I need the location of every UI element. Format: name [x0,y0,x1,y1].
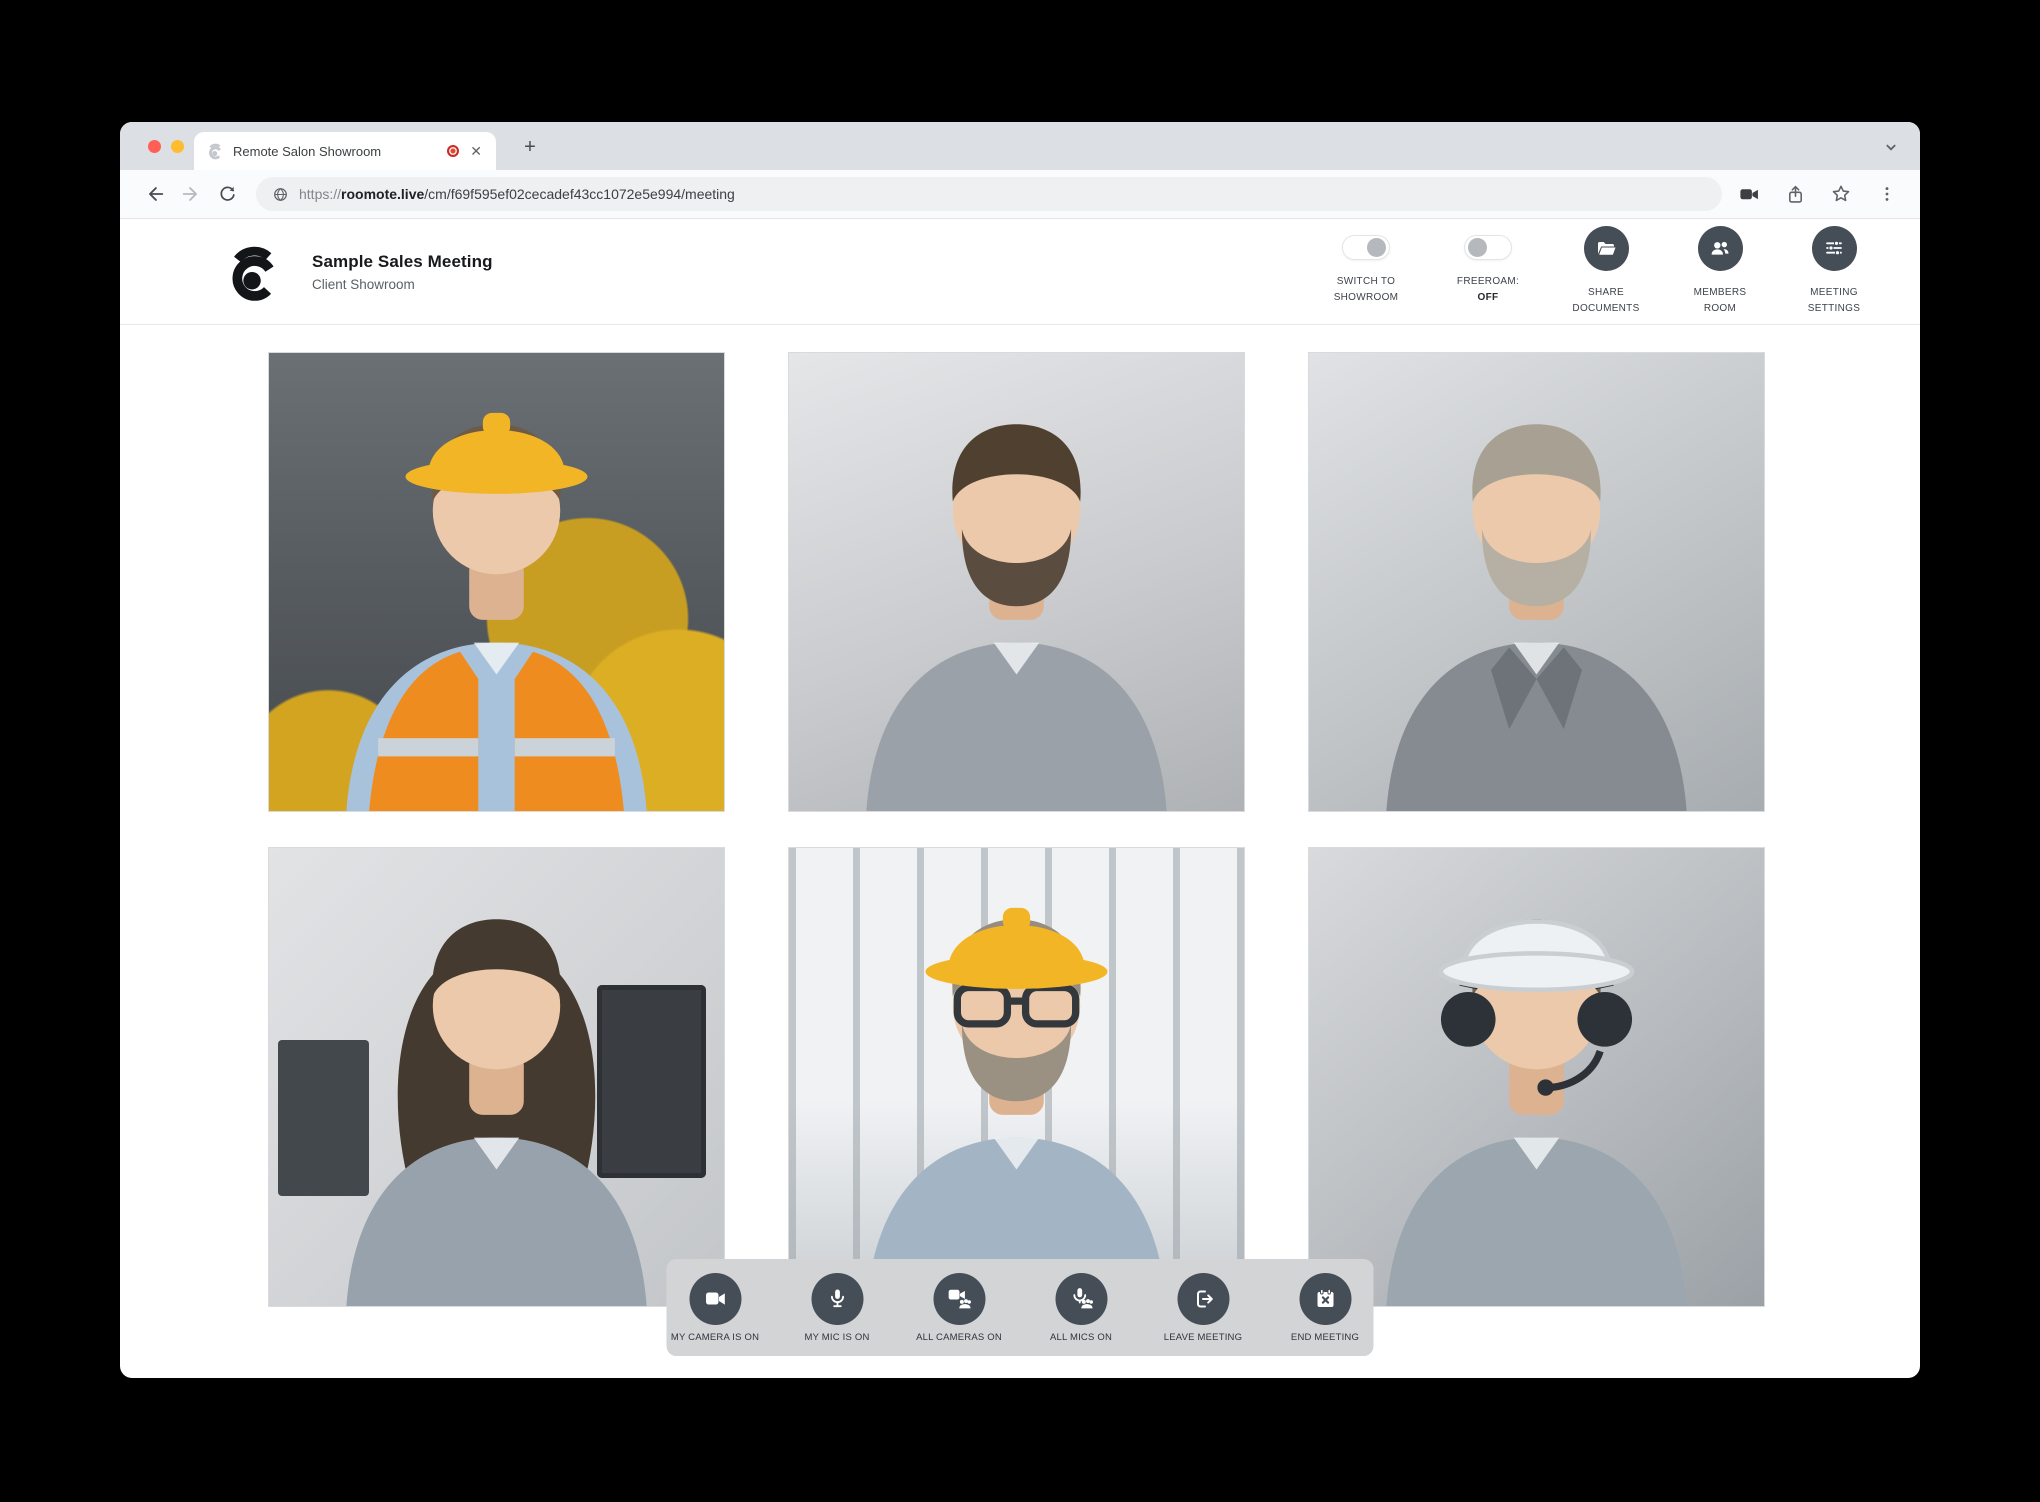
roomote-logo-icon [222,241,284,303]
all-mics-button[interactable] [1055,1273,1107,1325]
calendar-x-icon [1313,1287,1337,1311]
switch-to-showroom-label: SWITCH TOSHOWROOM [1334,274,1399,307]
members-room-label: MEMBERSROOM [1694,285,1747,318]
control-label: LEAVE MEETING [1164,1332,1242,1343]
site-favicon-icon [206,142,224,160]
person-avatar-icon [269,848,724,1306]
address-bar[interactable]: https://roomote.live/cm/f69f595ef02cecad… [256,177,1722,211]
tab-close-button[interactable]: ✕ [468,142,484,160]
browser-menu-button[interactable] [1874,181,1900,207]
leave-meeting-button[interactable] [1177,1273,1229,1325]
leave-icon [1191,1287,1215,1311]
camera-in-use-icon [1738,183,1761,206]
members-icon [1708,236,1732,260]
recording-indicator-icon [447,145,459,157]
share-documents-button[interactable] [1584,226,1629,271]
freeroam-toggle[interactable] [1464,235,1512,260]
meeting-settings-button[interactable] [1812,226,1857,271]
toolbar-icons [1736,181,1904,207]
person-avatar-icon [269,353,724,811]
participant-video-tile [1308,352,1765,812]
meeting-titles: Sample Sales Meeting Client Showroom [312,252,493,292]
tab-strip: Remote Salon Showroom ✕ + [120,122,1920,170]
control-label: ALL CAMERAS ON [916,1332,1002,1343]
person-avatar-icon [789,848,1244,1306]
kebab-menu-icon [1877,184,1897,204]
my-camera-button[interactable] [689,1273,741,1325]
toggle-knob [1468,238,1487,257]
tab-title: Remote Salon Showroom [233,144,438,159]
participant-grid [268,352,1765,1307]
forward-arrow-icon [180,183,202,205]
sliders-icon [1822,236,1846,260]
bookmark-button[interactable] [1828,181,1854,207]
meeting-settings-label: MEETINGSETTINGS [1808,285,1860,318]
control-label: END MEETING [1291,1332,1359,1343]
forward-button[interactable] [176,179,206,209]
person-avatar-icon [789,353,1244,811]
all-cameras-button[interactable] [933,1273,985,1325]
members-room-button[interactable] [1698,226,1743,271]
share-documents-label: SHAREDOCUMENTS [1572,285,1639,318]
end-meeting-button[interactable] [1299,1273,1351,1325]
participant-video-tile [788,847,1245,1307]
minimize-window-button[interactable] [171,140,184,153]
participant-video-tile [268,847,725,1307]
globe-icon [272,186,289,203]
control-label: ALL MICS ON [1050,1332,1112,1343]
browser-toolbar: https://roomote.live/cm/f69f595ef02cecad… [120,170,1920,219]
mic-icon [825,1287,849,1311]
folder-open-icon [1594,236,1618,260]
meeting-title: Sample Sales Meeting [312,252,493,272]
browser-window: Remote Salon Showroom ✕ + [120,122,1920,1378]
camera-icon [703,1287,727,1311]
participant-video-tile [788,352,1245,812]
browser-tab[interactable]: Remote Salon Showroom ✕ [194,132,496,170]
star-icon [1830,183,1852,205]
mic-group-icon [1068,1286,1094,1312]
meeting-subtitle: Client Showroom [312,277,493,292]
chevron-down-icon[interactable] [1880,136,1902,158]
url-text: https://roomote.live/cm/f69f595ef02cecad… [299,186,735,202]
meeting-header: Sample Sales Meeting Client Showroom SWI… [120,219,1920,325]
participant-video-tile [268,352,725,812]
control-label: MY MIC IS ON [804,1332,869,1343]
share-page-button[interactable] [1782,181,1808,207]
participant-video-tile [1308,847,1765,1307]
reload-button[interactable] [212,179,242,209]
toggle-knob [1367,238,1386,257]
share-icon [1785,184,1806,205]
close-window-button[interactable] [148,140,161,153]
new-tab-button[interactable]: + [514,133,546,161]
back-arrow-icon [144,183,166,205]
reload-icon [217,184,238,205]
person-avatar-icon [1309,848,1764,1306]
camera-in-use-button[interactable] [1736,181,1762,207]
header-controls: SWITCH TOSHOWROOM FREEROAM:OFF SHAREDOCU… [1320,226,1876,318]
switch-to-showroom-toggle[interactable] [1342,235,1390,260]
person-avatar-icon [1309,353,1764,811]
my-mic-button[interactable] [811,1273,863,1325]
control-label: MY CAMERA IS ON [671,1332,759,1343]
freeroam-label: FREEROAM:OFF [1457,274,1519,307]
back-button[interactable] [140,179,170,209]
camera-group-icon [946,1286,972,1312]
meeting-control-bar: MY CAMERA IS ON MY MIC IS ON [667,1259,1374,1356]
